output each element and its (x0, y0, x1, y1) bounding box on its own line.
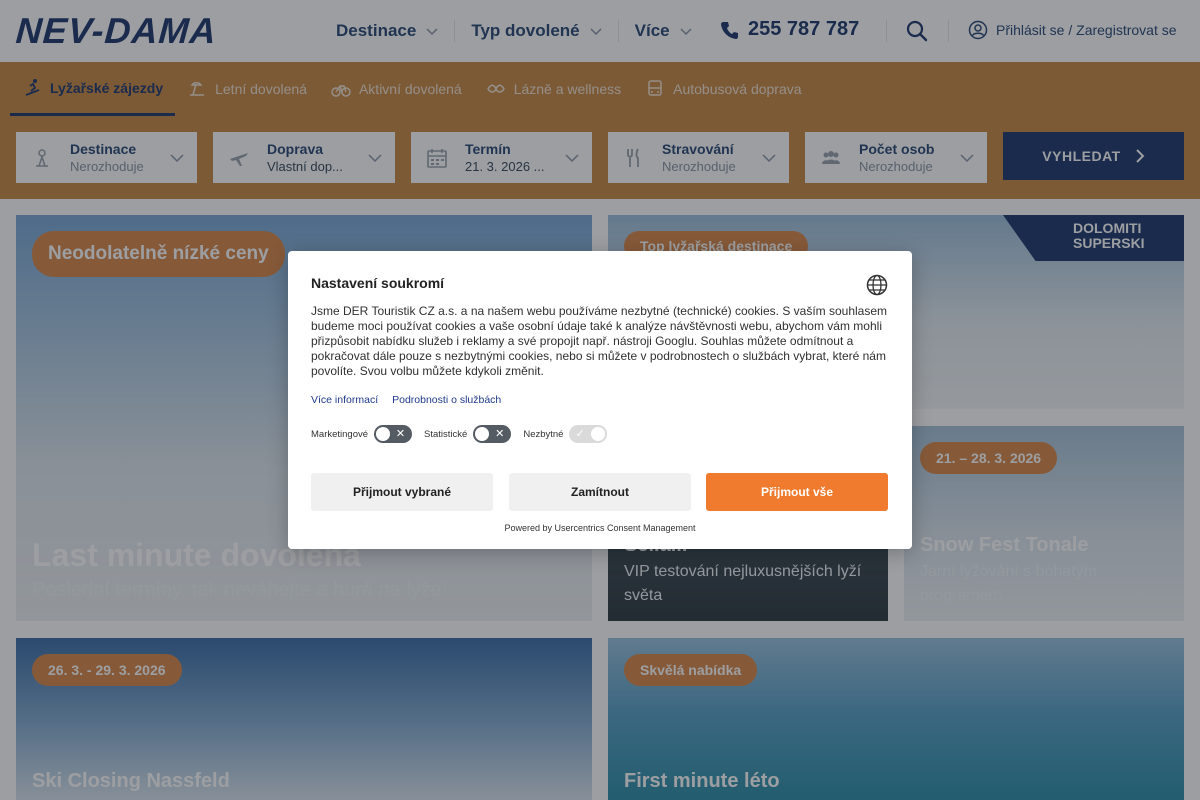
toggle-switch-disabled: ✓ (569, 425, 608, 443)
toggle-label: Statistické (424, 428, 468, 440)
x-icon: ✕ (395, 428, 406, 440)
toggle-label: Nezbytné (523, 428, 564, 440)
toggle-marketing[interactable]: Marketingové ✕ (311, 425, 413, 443)
reject-button[interactable]: Zamítnout (509, 473, 691, 511)
dialog-links: Více informací Podrobnosti o službách (311, 394, 501, 406)
toggle-switch[interactable]: ✕ (473, 425, 512, 443)
privacy-settings-dialog: Nastavení soukromí Jsme DER Touristik CZ… (288, 251, 912, 549)
accept-selected-button[interactable]: Přijmout vybrané (311, 473, 493, 511)
toggle-switch[interactable]: ✕ (374, 425, 413, 443)
toggle-label: Marketingové (311, 428, 369, 440)
check-icon: ✓ (575, 428, 585, 440)
dialog-title: Nastavení soukromí (311, 275, 445, 291)
dialog-body: Jsme DER Touristik CZ a.s. a na našem we… (311, 304, 888, 378)
more-info-link[interactable]: Více informací (311, 394, 378, 406)
powered-by-text: Powered by Usercentrics Consent Manageme… (504, 523, 696, 533)
toggle-statistics[interactable]: Statistické ✕ (424, 425, 512, 443)
consent-toggles: Marketingové ✕ Statistické ✕ Nezbytné ✓ (311, 425, 608, 443)
x-icon: ✕ (495, 428, 505, 440)
accept-all-button[interactable]: Přijmout vše (706, 473, 888, 511)
service-details-link[interactable]: Podrobnosti o službách (392, 394, 501, 406)
toggle-necessary: Nezbytné ✓ (523, 425, 608, 443)
globe-language-icon[interactable] (866, 274, 888, 296)
